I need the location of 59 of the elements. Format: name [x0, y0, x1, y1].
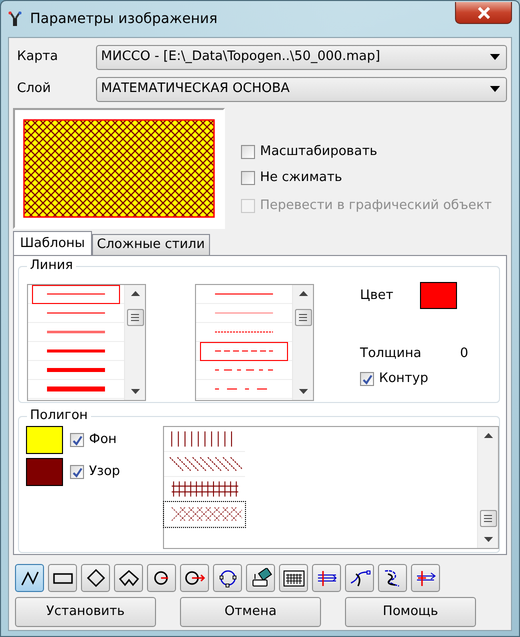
caret-icon [490, 86, 500, 92]
tool-button[interactable] [180, 564, 209, 592]
fill-color-swatch[interactable] [26, 426, 63, 454]
window-title: Параметры изображения [30, 10, 218, 28]
thickness-label: Толщина [360, 345, 422, 363]
close-button[interactable] [455, 2, 512, 24]
tool-button[interactable] [345, 564, 374, 592]
checkbox-label: Контур [379, 370, 428, 388]
pattern-color-swatch[interactable] [26, 458, 63, 486]
dialog-button[interactable]: Установить [15, 597, 156, 627]
scrollbar-thumb[interactable] [126, 309, 144, 326]
tool-button[interactable] [411, 564, 440, 592]
dialog-button[interactable]: Отмена [180, 597, 321, 627]
checkbox-label: Перевести в графический объект [260, 197, 492, 216]
close-icon [476, 6, 490, 18]
tool-button[interactable] [279, 564, 308, 592]
app-icon [8, 11, 22, 27]
tool-button[interactable] [48, 564, 77, 592]
checkbox[interactable] [360, 372, 374, 386]
line-style-option[interactable] [32, 284, 120, 304]
line-style-option[interactable] [200, 342, 288, 360]
keyboard-icon [282, 568, 306, 588]
tool-button[interactable] [312, 564, 341, 592]
checkbox[interactable] [241, 171, 255, 185]
scroll-down-icon[interactable] [130, 389, 140, 394]
tool-button[interactable] [378, 564, 407, 592]
caret-icon [490, 54, 500, 60]
tool-button[interactable] [147, 564, 176, 592]
tab[interactable]: Сложные стили [92, 234, 210, 255]
scroll-down-icon[interactable] [484, 537, 492, 542]
scroll-up-icon[interactable] [298, 291, 308, 296]
checkbox[interactable] [241, 144, 255, 158]
tool-button[interactable] [15, 564, 44, 592]
checkbox[interactable] [70, 465, 84, 479]
scroll-up-icon[interactable] [484, 433, 492, 438]
checkbox-label: Не сжимать [260, 169, 342, 188]
layer-label: Слой [16, 80, 52, 98]
color-label: Цвет [360, 286, 394, 305]
scroll-up-icon[interactable] [130, 291, 140, 296]
layer-dropdown[interactable]: МАТЕМАТИЧЕСКАЯ ОСНОВА [96, 76, 507, 102]
checkbox-label: Масштабировать [260, 142, 378, 161]
tool-button[interactable] [81, 564, 110, 592]
tool-button[interactable] [246, 564, 275, 592]
color-swatch[interactable] [420, 282, 457, 309]
pattern-option[interactable] [164, 502, 245, 527]
map-dropdown[interactable]: МИССО - [E:\_Data\Topogen..\50_000.map] [96, 44, 507, 70]
checkbox[interactable] [70, 433, 84, 447]
map-label: Карта [16, 48, 59, 66]
dialog-button[interactable]: Помощь [345, 597, 476, 627]
checkbox-label: Фон [89, 431, 117, 450]
scroll-down-icon[interactable] [298, 389, 308, 394]
scrollbar-thumb[interactable] [480, 510, 496, 527]
polygon-icon [116, 568, 140, 588]
scrollbar-thumb[interactable] [294, 309, 312, 326]
checkbox-label: Узор [89, 463, 120, 482]
tab[interactable]: Шаблоны [13, 231, 92, 255]
tool-button[interactable] [213, 564, 242, 592]
thickness-value: 0 [460, 345, 468, 363]
tool-button[interactable] [114, 564, 143, 592]
